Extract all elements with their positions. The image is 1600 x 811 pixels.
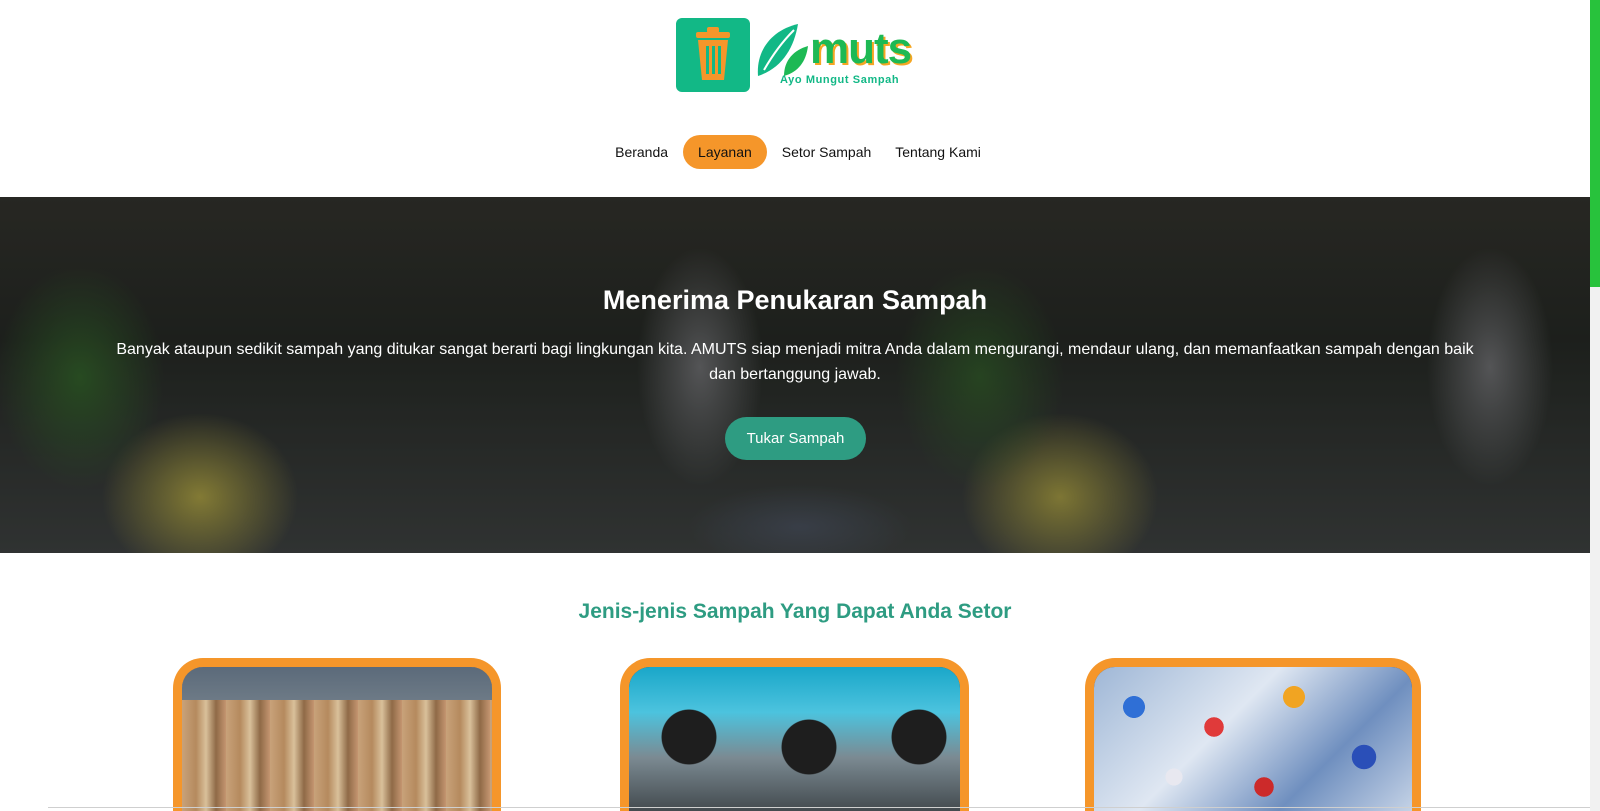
waste-card-cardboard[interactable] [173,658,501,811]
trash-bin-icon [676,18,750,92]
waste-types-heading: Jenis-jenis Sampah Yang Dapat Anda Setor [578,600,1012,623]
main-nav: Beranda Layanan Setor Sampah Tentang Kam… [0,135,1590,169]
hero-description: Banyak ataupun sedikit sampah yang dituk… [116,341,1474,383]
cardboard-image [182,667,492,811]
waste-card-plastic[interactable] [1085,658,1421,811]
tukar-sampah-button[interactable]: Tukar Sampah [725,417,866,460]
waste-card-glass[interactable] [620,658,969,811]
brand-wordmark: muts [810,24,912,73]
hero-banner: Menerima Penukaran Sampah Banyak ataupun… [0,197,1590,553]
scrollbar-thumb[interactable] [1590,0,1600,287]
nav-setor-sampah[interactable]: Setor Sampah [773,135,881,169]
site-header: muts Ayo Mungut Sampah Beranda Layanan S… [0,0,1590,193]
page-scrollbar[interactable] [1590,0,1600,811]
glass-bottles-image [629,667,960,811]
nav-layanan[interactable]: Layanan [683,135,767,169]
nav-tentang-kami[interactable]: Tentang Kami [886,135,990,169]
brand-logo[interactable]: muts Ayo Mungut Sampah [676,16,916,96]
divider [48,807,1590,808]
brand-tagline: Ayo Mungut Sampah [780,74,900,86]
plastic-bottles-image [1094,667,1412,811]
nav-beranda[interactable]: Beranda [606,135,677,169]
hero-title: Menerima Penukaran Sampah [602,285,988,315]
